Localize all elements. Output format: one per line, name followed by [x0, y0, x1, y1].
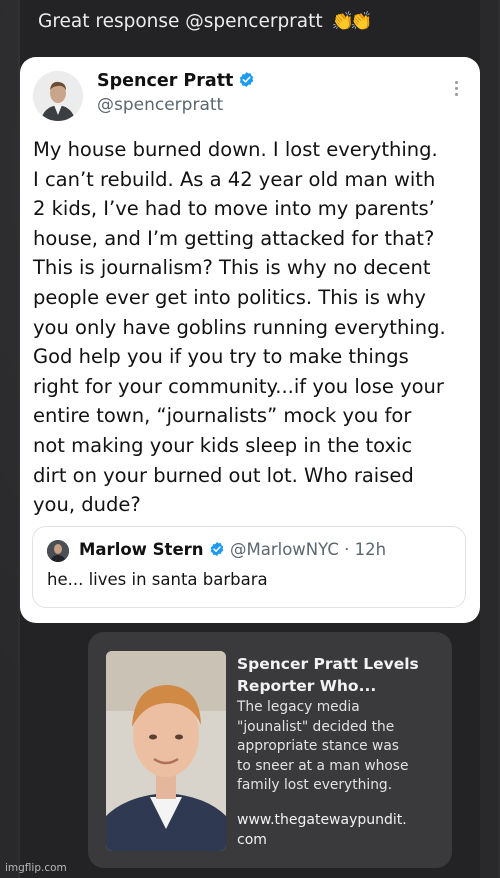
- quoted-avatar[interactable]: [47, 540, 69, 562]
- tweet-body-line: 2 kids, I’ve had to move into my parents…: [33, 197, 435, 221]
- tweet-body-line: you, dude?: [33, 493, 141, 517]
- article-title-line: Spencer Pratt Levels: [237, 655, 419, 673]
- article-description-line: family lost everything.: [237, 777, 393, 793]
- article-description-line: appropriate stance was: [237, 738, 399, 754]
- caption-text: Great response @spencerpratt: [38, 11, 323, 32]
- avatar[interactable]: [33, 71, 83, 121]
- quoted-tweet-text: he... lives in santa barbara: [47, 570, 268, 589]
- article-description-line: "jounalist" decided the: [237, 718, 395, 735]
- watermark: imgflip.com: [5, 862, 67, 874]
- tweet-body-line: not making your kids sleep in the toxic: [33, 433, 413, 457]
- link-preview-card[interactable]: Spencer Pratt Levels Reporter Who... The…: [88, 632, 452, 868]
- tweet-body-line: I can’t rebuild. As a 42 year old man wi…: [33, 167, 436, 191]
- tweet-body: My house burned down. I lost everything.…: [33, 135, 478, 520]
- article-url-line: com: [237, 832, 267, 848]
- article-url[interactable]: www.thegatewaypundit. com: [237, 810, 442, 850]
- clapping-hands-icon: 👏👏: [331, 11, 373, 32]
- tweet-body-line: This is journalism? This is why no decen…: [33, 256, 431, 280]
- quoted-author-handle[interactable]: @MarlowNYC · 12h: [230, 540, 386, 559]
- tweet-screenshot: Spencer Pratt @spencerpratt My house bur…: [20, 57, 480, 623]
- author-handle[interactable]: @spencerpratt: [97, 95, 223, 115]
- article-description-line: to sneer at a man whose: [237, 757, 409, 774]
- quoted-author-name[interactable]: Marlow Stern: [79, 540, 225, 561]
- post-caption: Great response @spencerpratt 👏👏: [38, 11, 373, 32]
- tweet-body-line: My house burned down. I lost everything.: [33, 138, 438, 161]
- article-description-line: The legacy media: [237, 699, 360, 715]
- article-title-line: Reporter Who...: [237, 677, 377, 695]
- tweet-body-line: house, and I’m getting attacked for that…: [33, 226, 435, 250]
- more-options-icon[interactable]: [453, 81, 459, 101]
- tweet-body-line: God help you if you try to make things: [33, 345, 409, 369]
- tweet-body-line: you only have goblins running everything…: [33, 315, 446, 339]
- tweet-body-line: right for your community...if you lose y…: [33, 374, 444, 398]
- article-thumbnail: [106, 651, 226, 851]
- article-description: The legacy media "jounalist" decided the…: [237, 698, 442, 796]
- verified-badge-icon: [238, 71, 255, 93]
- article-url-line: www.thegatewaypundit.: [237, 812, 407, 828]
- tweet-body-line: people ever get into politics. This is w…: [33, 285, 426, 309]
- tweet-body-line: entire town, “journalists” mock you for: [33, 404, 412, 428]
- quoted-tweet[interactable]: Marlow Stern @MarlowNYC · 12h he... live…: [32, 526, 466, 608]
- verified-badge-icon: [209, 541, 225, 561]
- article-title[interactable]: Spencer Pratt Levels Reporter Who...: [237, 653, 437, 697]
- author-name[interactable]: Spencer Pratt: [97, 71, 255, 93]
- tweet-body-line: dirt on your burned out lot. Who raised: [33, 463, 414, 487]
